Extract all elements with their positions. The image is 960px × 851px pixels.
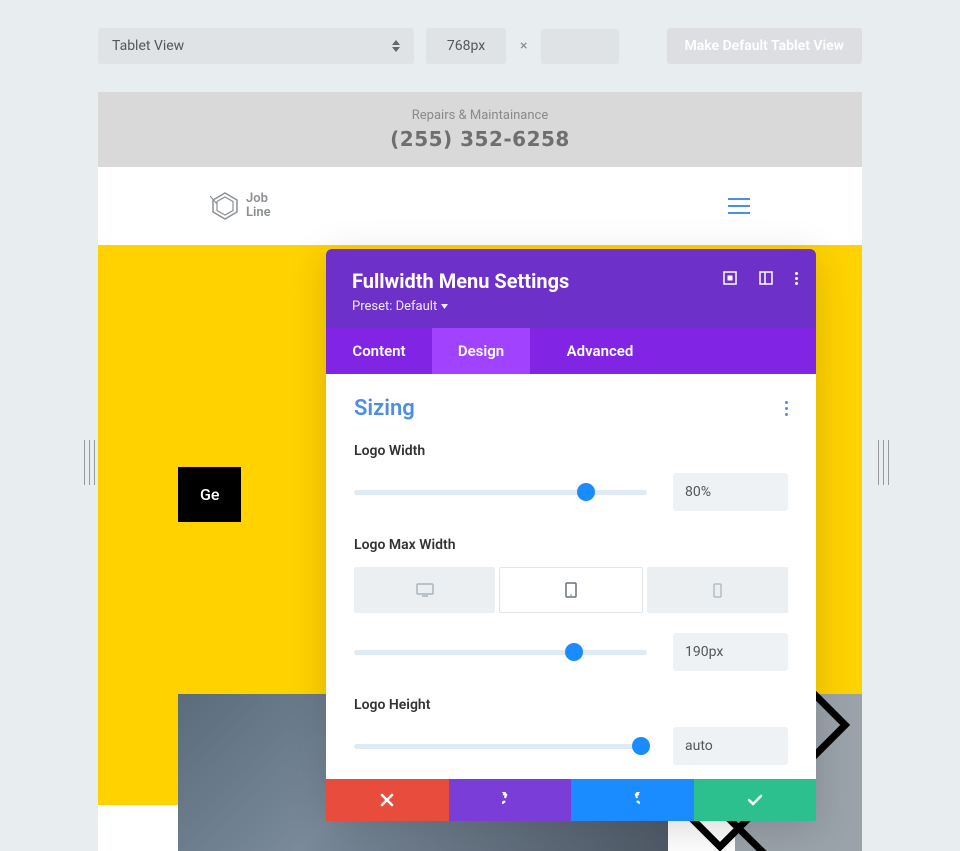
save-button[interactable]	[694, 779, 817, 821]
make-default-button[interactable]: Make Default Tablet View	[667, 28, 862, 64]
desktop-icon	[416, 583, 434, 597]
tab-content[interactable]: Content	[326, 328, 432, 374]
nav-bar: Job Line	[98, 167, 862, 245]
close-icon	[380, 793, 394, 807]
select-caret-icon	[392, 40, 400, 52]
logo-max-width-slider[interactable]	[354, 650, 647, 655]
field-label: Logo Max Width	[354, 537, 788, 553]
panel-body: Sizing Logo Width Logo Max Width	[326, 374, 816, 807]
logo-width-value[interactable]	[673, 473, 788, 511]
viewport-width-input[interactable]	[426, 28, 506, 64]
settings-panel: Fullwidth Menu Settings Preset: Default …	[326, 249, 816, 821]
device-tab-desktop[interactable]	[354, 567, 495, 613]
tablet-icon	[565, 582, 577, 598]
hamburger-icon[interactable]	[728, 198, 750, 214]
caret-down-icon	[441, 304, 448, 309]
field-logo-height: Logo Height	[354, 697, 788, 765]
device-tab-tablet[interactable]	[499, 567, 642, 613]
section-title: Sizing	[354, 396, 415, 421]
device-tab-phone[interactable]	[647, 567, 788, 613]
preset-selector[interactable]: Preset: Default	[352, 299, 790, 314]
hero-cta-button[interactable]: Ge	[178, 467, 241, 522]
logo-text: Job Line	[246, 192, 271, 219]
section-menu-icon[interactable]	[785, 401, 788, 416]
tab-advanced[interactable]: Advanced	[530, 328, 670, 374]
site-logo: Job Line	[210, 191, 271, 221]
field-label: Logo Height	[354, 697, 788, 713]
check-icon	[747, 794, 763, 806]
responsive-device-tabs	[354, 567, 788, 613]
section-header: Sizing	[354, 396, 788, 421]
responsive-toolbar: Tablet View × Make Default Tablet View	[0, 0, 960, 92]
undo-icon	[502, 792, 518, 808]
logo-hex-icon	[210, 191, 240, 221]
tab-design[interactable]: Design	[432, 328, 530, 374]
banner-subtitle: Repairs & Maintainance	[98, 108, 862, 123]
redo-icon	[624, 792, 640, 808]
panel-tabs: Content Design Advanced	[326, 328, 816, 374]
banner-phone: (255) 352-6258	[98, 127, 862, 151]
panel-header: Fullwidth Menu Settings Preset: Default	[326, 249, 816, 328]
field-logo-width: Logo Width	[354, 443, 788, 511]
panel-menu-icon[interactable]	[795, 272, 798, 285]
cancel-button[interactable]	[326, 779, 449, 821]
resize-handle-right[interactable]	[878, 440, 889, 485]
panel-header-actions	[723, 271, 798, 285]
field-logo-max-width: Logo Max Width	[354, 537, 788, 671]
logo-max-width-value[interactable]	[673, 633, 788, 671]
field-label: Logo Width	[354, 443, 788, 459]
undo-button[interactable]	[449, 779, 572, 821]
logo-height-slider[interactable]	[354, 744, 647, 749]
top-banner: Repairs & Maintainance (255) 352-6258	[98, 92, 862, 167]
resize-handle-left[interactable]	[84, 440, 95, 485]
logo-height-value[interactable]	[673, 727, 788, 765]
snap-icon[interactable]	[759, 271, 773, 285]
view-mode-select[interactable]: Tablet View	[98, 28, 414, 64]
expand-icon[interactable]	[723, 271, 737, 285]
times-separator: ×	[520, 38, 527, 54]
panel-actions	[326, 779, 816, 821]
view-mode-value: Tablet View	[112, 38, 184, 54]
redo-button[interactable]	[571, 779, 694, 821]
viewport-height-input[interactable]	[541, 29, 619, 64]
phone-icon	[713, 583, 722, 598]
logo-width-slider[interactable]	[354, 490, 647, 495]
